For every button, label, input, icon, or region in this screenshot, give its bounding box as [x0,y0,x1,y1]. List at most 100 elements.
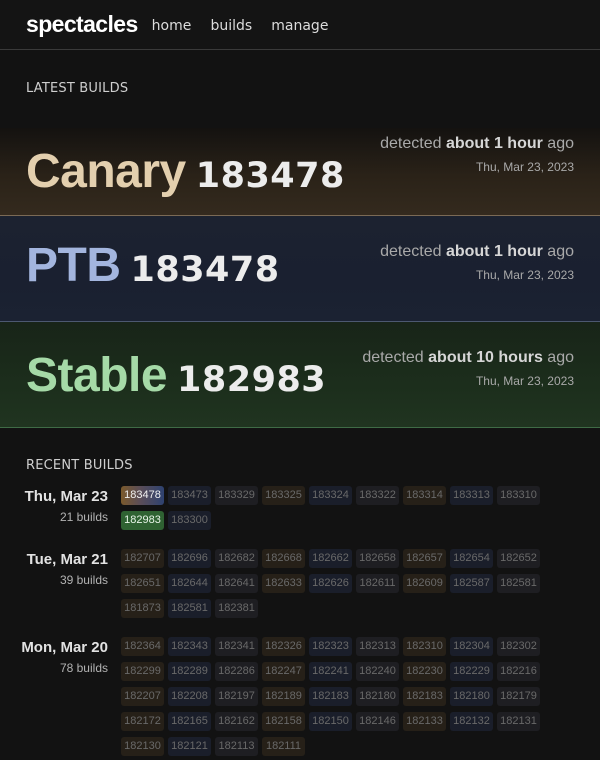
build-chip[interactable]: 182633 [262,574,305,593]
channel-name: Canary 183478 [26,145,345,198]
build-chip[interactable]: 182323 [309,637,352,656]
detected-date: Thu, Mar 23, 2023 [475,374,574,388]
build-chip[interactable]: 182581 [168,599,211,618]
build-chip[interactable]: 183314 [403,486,446,505]
build-chip[interactable]: 182132 [450,712,493,731]
build-chip[interactable]: 183310 [497,486,540,505]
build-chip[interactable]: 183324 [309,486,352,505]
latest-build-stable[interactable]: Stable 182983 detected about 10 hours ago… [0,322,600,428]
build-chip[interactable]: 182180 [356,687,399,706]
build-chip[interactable]: 182652 [497,549,540,568]
build-chip[interactable]: 182113 [215,737,258,756]
build-chip[interactable]: 183325 [262,486,305,505]
build-chip[interactable]: 182326 [262,637,305,656]
build-chip[interactable]: 182150 [309,712,352,731]
nav-builds-link[interactable]: builds [210,18,252,34]
build-chip[interactable]: 183473 [168,486,211,505]
build-chip[interactable]: 182299 [121,662,164,681]
build-chip[interactable]: 182165 [168,712,211,731]
build-chip[interactable]: 183300 [168,511,211,530]
build-chip[interactable]: 183313 [450,486,493,505]
recent-builds-heading: RECENT BUILDS [26,458,133,473]
build-chip[interactable]: 182581 [497,574,540,593]
build-chip[interactable]: 182651 [121,574,164,593]
group-build-count: 39 builds [59,573,108,587]
build-chip[interactable]: 183329 [215,486,258,505]
build-chip[interactable]: 183478 [121,486,164,505]
build-chip[interactable]: 182207 [121,687,164,706]
build-chip[interactable]: 182286 [215,662,258,681]
app-logo[interactable]: spectacles [26,11,138,38]
build-chip[interactable]: 182658 [356,549,399,568]
build-chip[interactable]: 182189 [262,687,305,706]
build-chip[interactable]: 182381 [215,599,258,618]
build-day-group: Tue, Mar 21 39 builds 182707 182696 182682 18… [0,549,600,624]
group-build-count: 78 builds [59,661,108,675]
latest-builds-heading: LATEST BUILDS [26,81,129,96]
detected-date: Thu, Mar 23, 2023 [475,160,574,174]
build-chip[interactable]: 182216 [497,662,540,681]
build-chip[interactable]: 182626 [309,574,352,593]
build-chip[interactable]: 182696 [168,549,211,568]
build-chip[interactable]: 182162 [215,712,258,731]
build-chip[interactable]: 182229 [450,662,493,681]
build-chip[interactable]: 182341 [215,637,258,656]
latest-build-ptb[interactable]: PTB 183478 detected about 1 hour ago Thu,… [0,216,600,322]
build-chip[interactable]: 182302 [497,637,540,656]
build-chip[interactable]: 182682 [215,549,258,568]
build-day-group: Thu, Mar 23 21 builds 183478 183473 183329 18… [0,486,600,536]
group-date: Thu, Mar 23 [24,488,108,505]
top-nav-bar: spectacles home builds manage [0,0,600,50]
build-chip[interactable]: 182183 [403,687,446,706]
build-chip[interactable]: 182247 [262,662,305,681]
build-chip[interactable]: 182343 [168,637,211,656]
nav-manage-link[interactable]: manage [271,18,328,34]
build-chip[interactable]: 182180 [450,687,493,706]
build-day-group: Mon, Mar 20 78 builds 182364 182343 182341 18… [0,637,600,760]
detected-info: detected about 10 hours ago Thu, Mar 23,… [362,349,574,388]
build-chip[interactable]: 181873 [121,599,164,618]
latest-build-canary[interactable]: Canary 183478 detected about 1 hour ago T… [0,128,600,216]
channel-name: Stable 182983 [26,349,327,402]
build-number: 183478 [195,156,345,196]
detected-text: detected about 1 hour ago [380,135,574,152]
build-chip[interactable]: 182609 [403,574,446,593]
nav-home-link[interactable]: home [152,18,192,34]
build-chip[interactable]: 182230 [403,662,446,681]
build-chip[interactable]: 182662 [309,549,352,568]
build-chip-list: 182364 182343 182341 182326 182323 182313 1823… [121,637,545,760]
build-chip[interactable]: 182983 [121,511,164,530]
build-chip[interactable]: 182707 [121,549,164,568]
channel-name: PTB 183478 [26,239,280,292]
build-chip[interactable]: 182133 [403,712,446,731]
group-build-count: 21 builds [59,510,108,524]
build-chip[interactable]: 182668 [262,549,305,568]
build-chip[interactable]: 182197 [215,687,258,706]
build-chip[interactable]: 182611 [356,574,399,593]
build-chip-list: 182707 182696 182682 182668 182662 182658 1826… [121,549,545,624]
build-chip[interactable]: 182130 [121,737,164,756]
build-chip[interactable]: 182304 [450,637,493,656]
build-chip[interactable]: 182240 [356,662,399,681]
build-chip[interactable]: 182657 [403,549,446,568]
build-chip[interactable]: 182179 [497,687,540,706]
build-chip[interactable]: 182131 [497,712,540,731]
build-chip[interactable]: 182158 [262,712,305,731]
build-chip[interactable]: 183322 [356,486,399,505]
build-chip[interactable]: 182146 [356,712,399,731]
group-date: Mon, Mar 20 [21,639,108,656]
build-chip[interactable]: 182313 [356,637,399,656]
build-chip[interactable]: 182121 [168,737,211,756]
build-chip[interactable]: 182289 [168,662,211,681]
build-chip[interactable]: 182587 [450,574,493,593]
build-chip[interactable]: 182208 [168,687,211,706]
build-chip[interactable]: 182641 [215,574,258,593]
build-chip[interactable]: 182364 [121,637,164,656]
build-chip[interactable]: 182111 [262,737,305,756]
build-chip[interactable]: 182183 [309,687,352,706]
build-chip[interactable]: 182310 [403,637,446,656]
build-chip[interactable]: 182172 [121,712,164,731]
build-chip[interactable]: 182644 [168,574,211,593]
build-chip[interactable]: 182654 [450,549,493,568]
build-chip[interactable]: 182241 [309,662,352,681]
